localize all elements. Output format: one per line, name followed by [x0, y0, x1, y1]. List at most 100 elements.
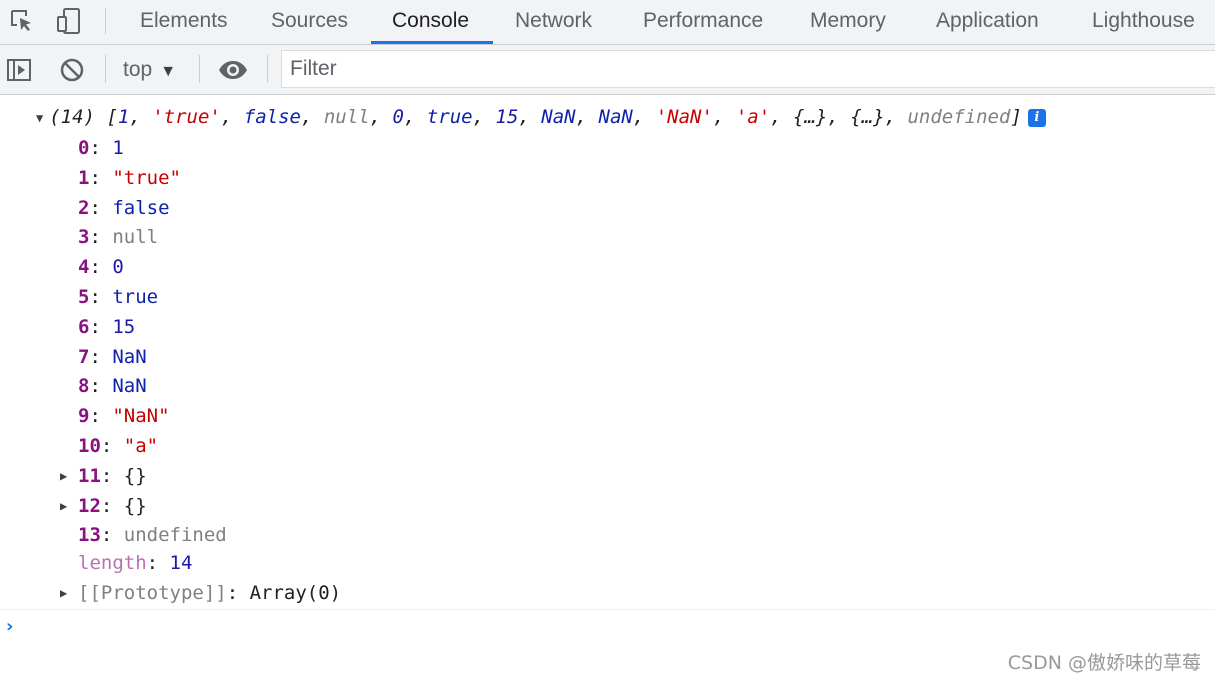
- array-close-bracket: ]: [1010, 106, 1022, 128]
- entry-colon: :: [89, 345, 113, 368]
- tab-console[interactable]: Console: [392, 0, 469, 44]
- inspect-element-icon[interactable]: [8, 6, 36, 36]
- array-summary-item: null: [323, 106, 370, 128]
- array-summary-comma: ,: [220, 106, 244, 128]
- array-summary-comma: ,: [575, 106, 599, 128]
- array-entry-row: 1: "true": [78, 164, 181, 192]
- watermark: CSDN @傲娇味的草莓: [1007, 652, 1201, 674]
- entry-key: 0: [78, 137, 90, 159]
- array-summary-item: 'true': [152, 106, 221, 128]
- array-entry-row: 9: "NaN": [78, 402, 170, 430]
- dropdown-arrow-icon: ▼: [160, 63, 177, 80]
- array-summary-item: 'NaN': [655, 106, 713, 128]
- array-summary-comma: ,: [403, 106, 427, 128]
- entry-colon: :: [89, 256, 113, 279]
- array-summary-item: true: [426, 106, 473, 128]
- entry-colon: :: [89, 196, 113, 219]
- entry-key: 7: [78, 345, 90, 368]
- toolbar-separator: [105, 55, 106, 83]
- array-summary-comma: ,: [827, 106, 851, 128]
- tab-network[interactable]: Network: [515, 0, 592, 44]
- clear-console-icon[interactable]: [58, 55, 86, 85]
- array-summary[interactable]: ▼ (14) [1, 'true', false, null, 0, true, …: [36, 103, 1046, 131]
- entry-key: 6: [78, 315, 90, 338]
- entry-colon: :: [89, 315, 113, 338]
- entry-key: 10: [78, 435, 101, 457]
- devtools-tab-bar: Elements Sources Console Network Perform…: [0, 0, 1215, 45]
- entry-value: NaN: [112, 345, 147, 368]
- info-icon[interactable]: i: [1027, 109, 1046, 127]
- toolbar-separator: [199, 55, 200, 83]
- sidebar-toggle-icon[interactable]: [5, 55, 33, 85]
- tab-elements[interactable]: Elements: [140, 0, 228, 44]
- entry-value: NaN: [112, 375, 147, 398]
- array-summary-comma: ,: [472, 106, 496, 128]
- entry-value: "NaN": [112, 405, 170, 428]
- array-summary-comma: ,: [300, 106, 324, 128]
- tab-memory[interactable]: Memory: [810, 0, 886, 44]
- entry-colon: :: [100, 524, 124, 547]
- console-divider: [0, 609, 1215, 610]
- entry-value: true: [112, 286, 159, 308]
- tab-performance[interactable]: Performance: [643, 0, 763, 44]
- entry-key: 5: [78, 286, 90, 308]
- array-entry-row: 10: "a": [78, 432, 158, 460]
- entry-key: 3: [78, 226, 90, 249]
- entry-colon: :: [89, 405, 113, 428]
- array-summary-item: 'a': [735, 106, 771, 128]
- entry-key: 4: [78, 256, 90, 279]
- tab-bar-separator: [105, 8, 106, 34]
- entry-key: 1: [78, 166, 90, 189]
- entry-colon: :: [100, 464, 124, 487]
- tab-sources[interactable]: Sources: [271, 0, 348, 44]
- device-toolbar-icon[interactable]: [55, 6, 83, 36]
- active-tab-indicator: [371, 41, 493, 44]
- entry-value: null: [112, 226, 159, 249]
- array-entry-row: 4: 0: [78, 253, 124, 281]
- array-count: (14): [49, 106, 95, 128]
- array-entry-row[interactable]: ▶ 12: {}: [60, 492, 147, 520]
- array-summary-item: 15: [495, 106, 519, 128]
- entry-value: "true": [112, 166, 181, 189]
- filter-input[interactable]: [281, 50, 1215, 88]
- collapse-triangle-icon[interactable]: ▼: [36, 111, 43, 125]
- array-entry-row[interactable]: ▶ 11: {}: [60, 462, 147, 490]
- array-summary-comma: ,: [632, 106, 656, 128]
- length-property-row: length: 14: [78, 552, 193, 574]
- tab-application[interactable]: Application: [936, 0, 1039, 44]
- array-summary-comma: ,: [518, 106, 542, 128]
- entry-colon: :: [89, 226, 113, 249]
- entry-value: {}: [123, 494, 147, 517]
- entry-key: 2: [78, 196, 90, 219]
- entry-value: {}: [123, 464, 147, 487]
- entry-key: 8: [78, 375, 90, 398]
- expand-triangle-icon[interactable]: ▶: [60, 579, 67, 607]
- array-entry-row: 3: null: [78, 223, 158, 251]
- length-value: 14: [169, 552, 193, 574]
- expand-triangle-icon[interactable]: ▶: [60, 462, 67, 490]
- entry-key: 12: [78, 494, 101, 517]
- expand-triangle-icon[interactable]: ▶: [60, 492, 67, 520]
- array-summary-comma: ,: [770, 106, 794, 128]
- live-expression-eye-icon[interactable]: [217, 55, 249, 85]
- entry-key: 9: [78, 405, 90, 428]
- context-selector[interactable]: top ▼: [123, 55, 176, 85]
- array-entry-row: 5: true: [78, 283, 158, 311]
- array-open-bracket: [: [95, 106, 118, 128]
- array-summary-comma: ,: [129, 106, 153, 128]
- console-toolbar: top ▼: [0, 45, 1215, 95]
- tab-lighthouse[interactable]: Lighthouse: [1092, 0, 1195, 44]
- entry-colon: :: [89, 166, 113, 189]
- entry-value: 0: [112, 256, 124, 279]
- prototype-row[interactable]: ▶ [[Prototype]]: Array(0): [60, 579, 341, 607]
- prototype-key: [[Prototype]]: [78, 582, 227, 604]
- array-summary-item: 1: [117, 106, 130, 128]
- array-summary-item: NaN: [541, 106, 576, 128]
- array-entry-row: 8: NaN: [78, 372, 147, 400]
- entry-colon: :: [89, 286, 113, 308]
- array-summary-item: 0: [392, 106, 404, 128]
- entry-colon: :: [100, 494, 124, 517]
- entry-value: undefined: [123, 524, 227, 547]
- console-prompt-icon[interactable]: ›: [6, 616, 13, 637]
- array-summary-comma: ,: [712, 106, 736, 128]
